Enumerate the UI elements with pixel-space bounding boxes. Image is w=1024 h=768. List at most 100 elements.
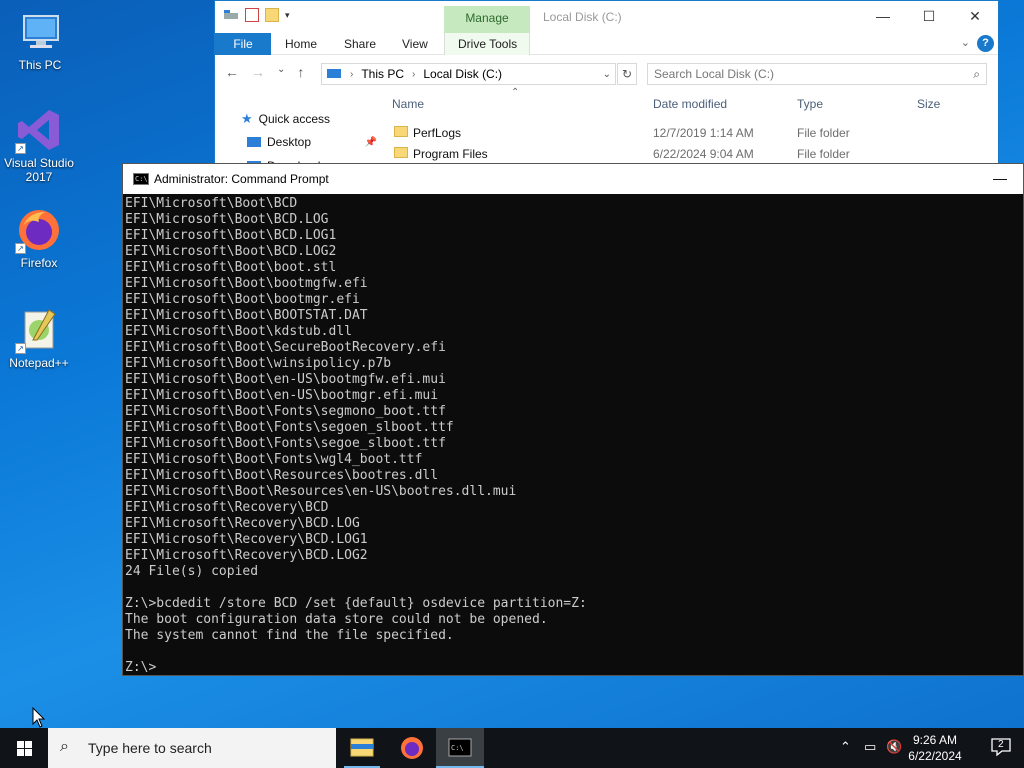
recent-dropdown-icon[interactable]: ⌄: [277, 64, 285, 80]
maximize-icon[interactable]: ☐: [906, 1, 952, 31]
console-line: EFI\Microsoft\Boot\BCD.LOG2: [125, 244, 337, 259]
tab-drive-tools[interactable]: Drive Tools: [458, 37, 517, 51]
console-line: EFI\Microsoft\Boot\bootmgr.efi: [125, 292, 360, 307]
window-title: Administrator: Command Prompt: [154, 172, 329, 186]
console-line: Z:\>: [125, 660, 157, 675]
desktop-icon-label: Firefox: [20, 256, 58, 270]
navigation-buttons: ← → ⌄ ↑: [225, 64, 304, 80]
desktop-icon-visual-studio[interactable]: ↗ Visual Studio 2017: [1, 106, 77, 184]
taskbar-search-box[interactable]: ⌕ Type here to search: [48, 728, 336, 768]
this-pc-icon: [16, 8, 64, 56]
pin-icon[interactable]: 📌: [365, 137, 377, 148]
tab-manage[interactable]: Manage: [444, 6, 530, 33]
search-placeholder: Search Local Disk (C:): [654, 67, 775, 81]
table-row[interactable]: PerfLogs 12/7/2019 1:14 AM File folder: [391, 122, 991, 143]
folder-icon: [394, 147, 408, 158]
taskbar-command-prompt[interactable]: C:\: [436, 728, 484, 768]
ribbon-expand-icon[interactable]: ⌄: [961, 36, 970, 49]
breadcrumb-separator-icon: ›: [412, 68, 416, 80]
notification-count: 2: [998, 739, 1004, 750]
svg-text:C:\: C:\: [451, 744, 464, 752]
console-output[interactable]: EFI\Microsoft\Boot\BCD EFI\Microsoft\Boot…: [123, 194, 1023, 676]
shortcut-arrow-icon: ↗: [15, 343, 26, 354]
tab-share[interactable]: Share: [344, 37, 376, 51]
minimize-icon[interactable]: —: [977, 164, 1023, 194]
clock-time: 9:26 AM: [912, 733, 958, 747]
search-input[interactable]: Search Local Disk (C:) ⌕: [647, 63, 987, 85]
refresh-icon[interactable]: ↻: [617, 63, 637, 85]
desktop-icon-this-pc[interactable]: This PC: [2, 8, 78, 72]
forward-icon[interactable]: →: [251, 64, 265, 80]
cmd-titlebar[interactable]: C:\ Administrator: Command Prompt —: [123, 164, 1023, 194]
breadcrumb-local-disk[interactable]: Local Disk (C:): [423, 67, 502, 81]
nav-item-label: Quick access: [258, 112, 331, 126]
column-type[interactable]: Type: [797, 97, 823, 111]
console-line: EFI\Microsoft\Boot\Resources\en-US\bootr…: [125, 484, 517, 499]
firefox-icon: [401, 737, 423, 759]
console-line: Z:\>bcdedit /store BCD /set {default} os…: [125, 596, 587, 611]
taskbar-firefox[interactable]: [388, 728, 436, 768]
notification-center-icon[interactable]: 2: [990, 737, 1012, 757]
console-line: EFI\Microsoft\Recovery\BCD: [125, 500, 329, 515]
window-title: Local Disk (C:): [543, 10, 622, 24]
desktop-icon-label: Notepad++: [9, 356, 69, 370]
star-icon: ★: [241, 111, 253, 126]
clock-date: 6/22/2024: [908, 749, 962, 763]
new-folder-icon[interactable]: [265, 8, 279, 22]
address-bar[interactable]: › This PC › Local Disk (C:) ⌄: [321, 63, 616, 85]
show-hidden-icons-icon[interactable]: ⌃: [840, 739, 851, 755]
start-button[interactable]: [0, 728, 48, 768]
file-type: File folder: [797, 147, 850, 161]
qat-dropdown-icon[interactable]: ▾: [285, 10, 290, 21]
up-icon[interactable]: ↑: [297, 64, 304, 80]
console-line: EFI\Microsoft\Boot\bootmgfw.efi: [125, 276, 368, 291]
shortcut-arrow-icon: ↗: [15, 243, 26, 254]
console-line: EFI\Microsoft\Boot\winsipolicy.p7b: [125, 356, 392, 371]
desktop-icon-firefox[interactable]: ↗ Firefox: [1, 206, 77, 270]
breadcrumb-this-pc[interactable]: This PC: [361, 67, 404, 81]
taskbar: ⌕ Type here to search C:\ ⌃ ▭ 🔇 9:26 AM …: [0, 728, 1024, 768]
command-prompt-window[interactable]: C:\ Administrator: Command Prompt — EFI\…: [122, 163, 1024, 676]
column-name[interactable]: Name: [392, 97, 424, 111]
network-icon[interactable]: ▭: [864, 739, 876, 755]
nav-desktop[interactable]: Desktop 📌: [247, 135, 377, 149]
help-icon[interactable]: ?: [977, 35, 994, 52]
back-icon[interactable]: ←: [225, 64, 239, 80]
column-date-modified[interactable]: Date modified: [653, 97, 727, 111]
desktop-icon-notepadpp[interactable]: ↗ Notepad++: [1, 306, 77, 370]
file-name: Program Files: [413, 147, 488, 161]
properties-icon[interactable]: [245, 8, 259, 22]
console-line: EFI\Microsoft\Boot\BCD.LOG1: [125, 228, 337, 243]
console-line: EFI\Microsoft\Boot\Fonts\segoen_slboot.t…: [125, 420, 454, 435]
file-explorer-window[interactable]: ▾ Manage Local Disk (C:) — ☐ ✕ File Home…: [214, 0, 999, 170]
close-icon[interactable]: ✕: [952, 1, 998, 31]
clock[interactable]: 9:26 AM 6/22/2024: [900, 732, 970, 764]
tab-home[interactable]: Home: [285, 37, 317, 51]
notepadpp-icon: ↗: [15, 306, 63, 354]
console-line: EFI\Microsoft\Boot\BOOTSTAT.DAT: [125, 308, 368, 323]
console-line: 24 File(s) copied: [125, 564, 259, 579]
console-line: EFI\Microsoft\Recovery\BCD.LOG1: [125, 532, 368, 547]
ribbon-tabs: File Home Share View Drive Tools ⌄ ?: [215, 33, 998, 55]
tab-file[interactable]: File: [215, 33, 271, 55]
firefox-icon: ↗: [15, 206, 63, 254]
windows-logo-icon: [17, 741, 24, 748]
address-dropdown-icon[interactable]: ⌄: [603, 69, 611, 80]
taskbar-file-explorer[interactable]: [338, 728, 386, 768]
desktop-icon-label: This PC: [18, 58, 62, 72]
minimize-icon[interactable]: —: [860, 1, 906, 31]
explorer-titlebar[interactable]: ▾ Manage Local Disk (C:) — ☐ ✕: [215, 1, 998, 33]
system-tray: ⌃ ▭ 🔇 9:26 AM 6/22/2024 2: [824, 728, 1024, 768]
nav-quick-access[interactable]: ★ Quick access: [241, 111, 330, 127]
tab-view[interactable]: View: [402, 37, 428, 51]
drive-icon: [224, 10, 238, 19]
column-size[interactable]: Size: [917, 97, 940, 111]
this-pc-small-icon: [327, 69, 341, 78]
console-line: EFI\Microsoft\Recovery\BCD.LOG2: [125, 548, 368, 563]
console-line: EFI\Microsoft\Boot\SecureBootRecovery.ef…: [125, 340, 446, 355]
table-row[interactable]: Program Files 6/22/2024 9:04 AM File fol…: [391, 143, 991, 164]
console-line: EFI\Microsoft\Boot\BCD.LOG: [125, 212, 329, 227]
file-type: File folder: [797, 126, 850, 140]
search-icon: ⌕: [973, 67, 980, 81]
